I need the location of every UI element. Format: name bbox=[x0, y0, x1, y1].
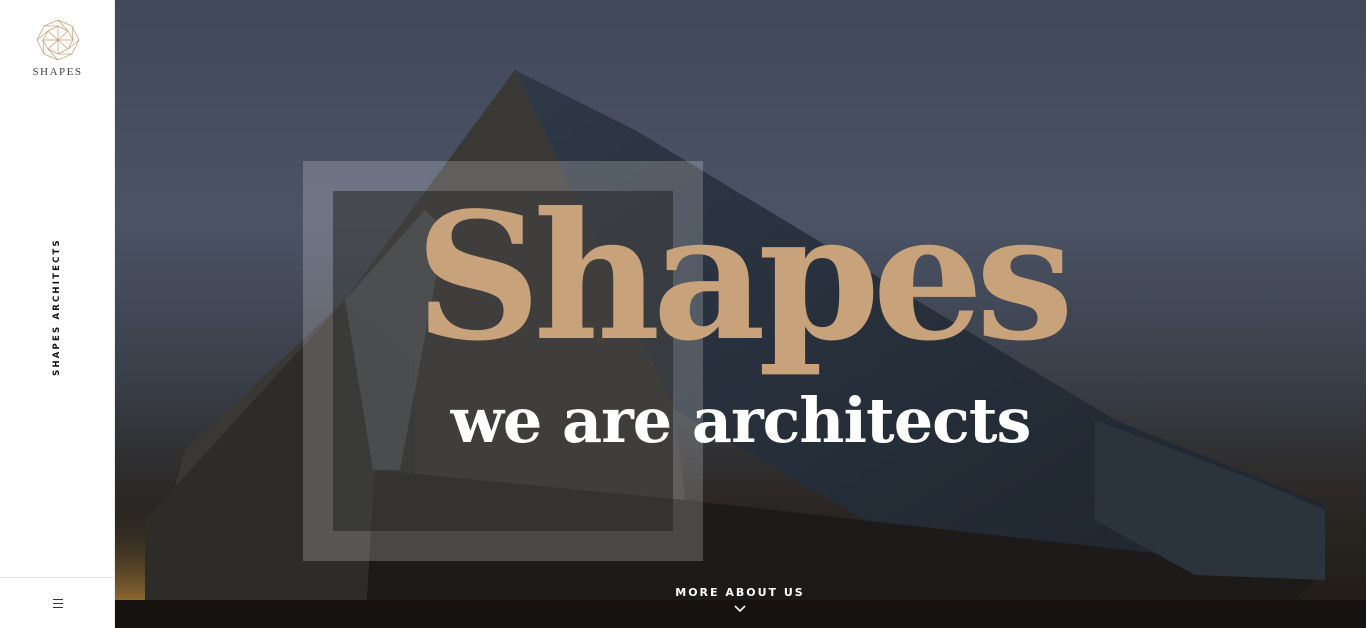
vertical-label-container: SHAPES ARCHITECTS bbox=[0, 232, 115, 382]
logo-icon bbox=[36, 19, 79, 61]
more-about-us-label: MORE ABOUT US bbox=[675, 586, 805, 599]
sidebar: SHAPES SHAPES ARCHITECTS bbox=[0, 0, 115, 628]
chevron-down-icon bbox=[734, 605, 746, 613]
menu-button[interactable] bbox=[0, 578, 115, 628]
more-about-us-link[interactable]: MORE ABOUT US bbox=[640, 586, 840, 613]
hero-headline: Shapes bbox=[414, 175, 1074, 380]
sidebar-vertical-label: SHAPES ARCHITECTS bbox=[52, 238, 62, 376]
hero-section: Shapes we are architects MORE ABOUT US bbox=[115, 0, 1366, 628]
logo-link[interactable]: SHAPES bbox=[0, 18, 115, 78]
logo-text: SHAPES bbox=[32, 66, 83, 78]
hero-subheadline: we are architects bbox=[450, 384, 1032, 457]
hamburger-icon bbox=[52, 598, 63, 608]
